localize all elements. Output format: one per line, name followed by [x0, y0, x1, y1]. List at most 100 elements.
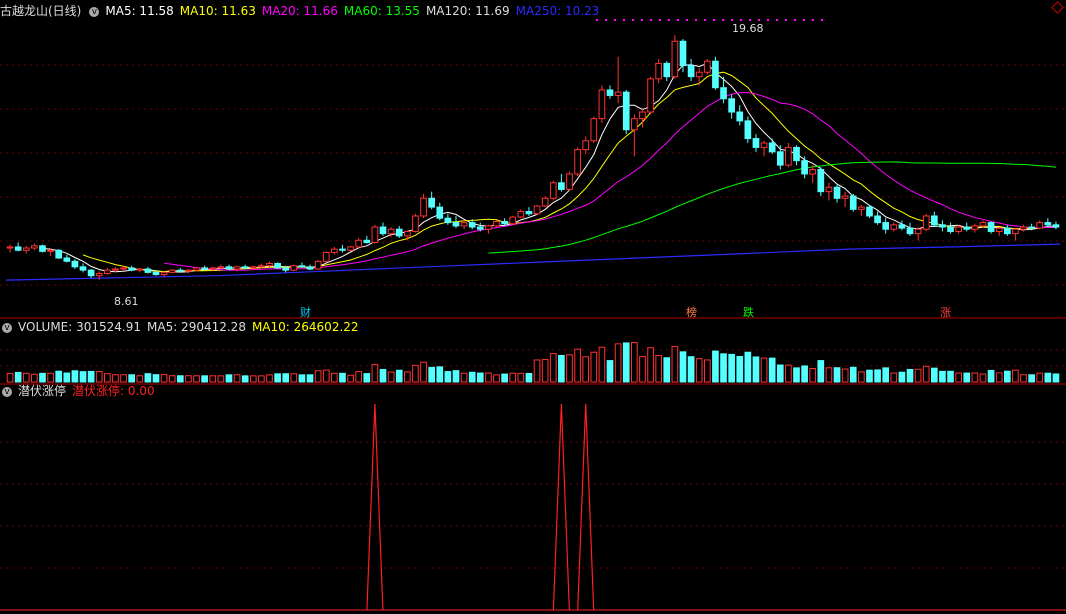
volume-bar-55	[452, 370, 460, 383]
volume-bar-32	[266, 374, 273, 383]
candle-body-10	[87, 269, 95, 277]
candle-body-86	[703, 60, 711, 73]
candle-body-84	[687, 65, 695, 78]
candle-body-13	[112, 268, 119, 271]
signal-dot-12	[704, 19, 706, 21]
indicator-settings-icon[interactable]: v	[2, 386, 12, 397]
candle-body-33	[274, 263, 281, 269]
candle-body-100	[817, 169, 825, 193]
candle-body-32	[266, 263, 273, 267]
volume-bar-31	[258, 375, 265, 383]
volume-bar-80	[655, 355, 663, 383]
candle-body-129	[1052, 224, 1060, 228]
signal-dot-22	[794, 19, 796, 21]
candle-body-31	[258, 265, 265, 268]
ma-legend-item-3: MA60: 13.55	[343, 4, 420, 18]
volume-bar-105	[858, 371, 865, 383]
tag-cai[interactable]: 财	[300, 304, 311, 320]
candle-body-105	[858, 206, 865, 210]
volume-bar-102	[833, 367, 841, 383]
volume-bar-97	[793, 367, 800, 383]
settings-circle-icon[interactable]: v	[89, 6, 100, 17]
volume-bar-33	[274, 373, 281, 383]
candle-body-28	[233, 266, 241, 270]
candle-body-46	[379, 226, 387, 235]
candle-body-118	[963, 226, 971, 230]
volume-bar-63	[517, 372, 525, 383]
tag-die[interactable]: 跌	[743, 304, 754, 320]
candle-body-26	[217, 266, 225, 269]
candle-body-93	[760, 142, 768, 148]
candle-body-91	[744, 120, 752, 140]
candle-body-77	[631, 118, 638, 131]
candle-body-116	[947, 226, 954, 232]
candle-body-14	[120, 267, 127, 270]
volume-legend-item-2: MA10: 264602.22	[251, 320, 359, 334]
candle-body-122	[995, 227, 1003, 232]
volume-bar-108	[882, 367, 890, 383]
ma-legend-item-0: MA5: 11.58	[105, 4, 174, 18]
candle-body-70	[574, 149, 581, 175]
volume-bar-93	[760, 357, 768, 383]
volume-bar-103	[841, 368, 849, 383]
signal-dot-11	[695, 19, 697, 21]
candle-body-15	[128, 267, 136, 271]
indicator-spike-2	[577, 403, 595, 611]
candle-body-23	[193, 267, 200, 271]
candle-body-67	[549, 182, 557, 199]
signal-dot-20	[776, 19, 778, 21]
signal-dot-4	[632, 19, 634, 21]
candle-body-83	[679, 40, 687, 67]
volume-settings-icon[interactable]: v	[2, 322, 12, 333]
volume-header: v VOLUME: 301524.91 MA5: 290412.28 MA10: 26…	[0, 318, 371, 336]
candle-body-89	[728, 98, 735, 113]
volume-bar-125	[1020, 374, 1027, 383]
volume-bar-2	[22, 372, 30, 383]
volume-bar-99	[809, 368, 817, 383]
volume-bar-113	[922, 365, 930, 383]
candle-body-51	[420, 197, 427, 217]
candle-body-68	[558, 182, 565, 190]
candle-body-95	[776, 151, 784, 166]
volume-bar-10	[87, 370, 95, 383]
candle-body-54	[444, 217, 452, 224]
volume-legend-item-0: VOLUME: 301524.91	[18, 320, 141, 334]
candle-body-49	[403, 230, 411, 237]
candle-body-102	[833, 186, 841, 199]
volume-bar-5	[47, 372, 54, 383]
volume-bar-8	[71, 370, 79, 383]
candle-body-55	[452, 222, 460, 227]
candle-body-18	[152, 271, 160, 276]
volume-bar-83	[679, 351, 687, 383]
candle-body-29	[241, 266, 249, 269]
ma-legend-item-1: MA10: 11.63	[179, 4, 256, 18]
candle-body-112	[914, 228, 922, 235]
candle-body-44	[363, 239, 371, 244]
candle-body-113	[922, 215, 930, 230]
candle-body-34	[282, 267, 290, 271]
signal-dot-5	[641, 19, 643, 21]
candle-body-104	[849, 195, 857, 210]
candle-body-4	[39, 245, 46, 252]
candle-body-61	[501, 220, 508, 225]
candle-body-39	[322, 251, 330, 262]
tag-zhang[interactable]: 涨	[940, 304, 951, 320]
volume-bar-60	[493, 374, 500, 383]
volume-bar-101	[825, 367, 833, 383]
volume-bar-11	[95, 371, 103, 383]
volume-bar-79	[647, 347, 654, 383]
volume-bar-90	[736, 356, 744, 383]
volume-bar-0	[6, 372, 14, 383]
volume-bar-1	[14, 371, 22, 383]
candle-body-117	[955, 226, 962, 232]
signal-dot-2	[614, 19, 616, 21]
candle-body-41	[339, 248, 346, 251]
volume-bar-116	[947, 370, 954, 383]
volume-bar-29	[241, 375, 249, 383]
candle-body-62	[509, 216, 517, 225]
tag-bang[interactable]: 榜	[686, 304, 697, 320]
candle-body-97	[793, 146, 800, 162]
volume-bar-71	[582, 356, 590, 383]
candle-body-24	[201, 267, 208, 270]
stock-chart	[0, 19, 1066, 611]
